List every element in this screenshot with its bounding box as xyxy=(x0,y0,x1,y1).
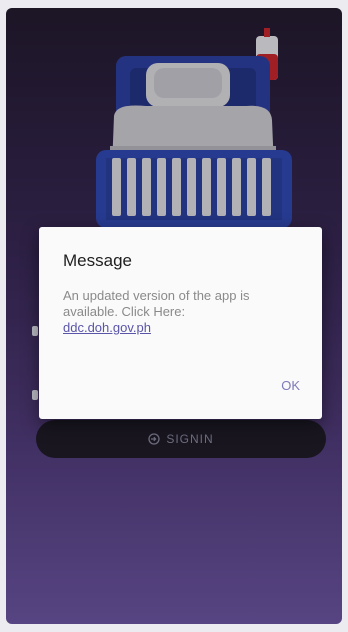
background-field-edge xyxy=(32,390,38,400)
dialog-title: Message xyxy=(63,251,132,270)
device-frame: SIGNIN Message An updated version of the… xyxy=(0,0,348,632)
update-link[interactable]: ddc.doh.gov.ph xyxy=(63,320,303,336)
dialog-message-text: An updated version of the app is availab… xyxy=(63,288,250,319)
background-field-edge xyxy=(32,326,38,336)
signin-button[interactable]: SIGNIN xyxy=(36,420,326,458)
update-message-dialog: Message An updated version of the app is… xyxy=(39,227,322,419)
signin-label: SIGNIN xyxy=(166,432,214,446)
app-screen: SIGNIN Message An updated version of the… xyxy=(6,8,342,624)
signin-icon xyxy=(148,433,160,445)
ok-button[interactable]: OK xyxy=(281,378,300,393)
dialog-message: An updated version of the app is availab… xyxy=(63,288,303,336)
